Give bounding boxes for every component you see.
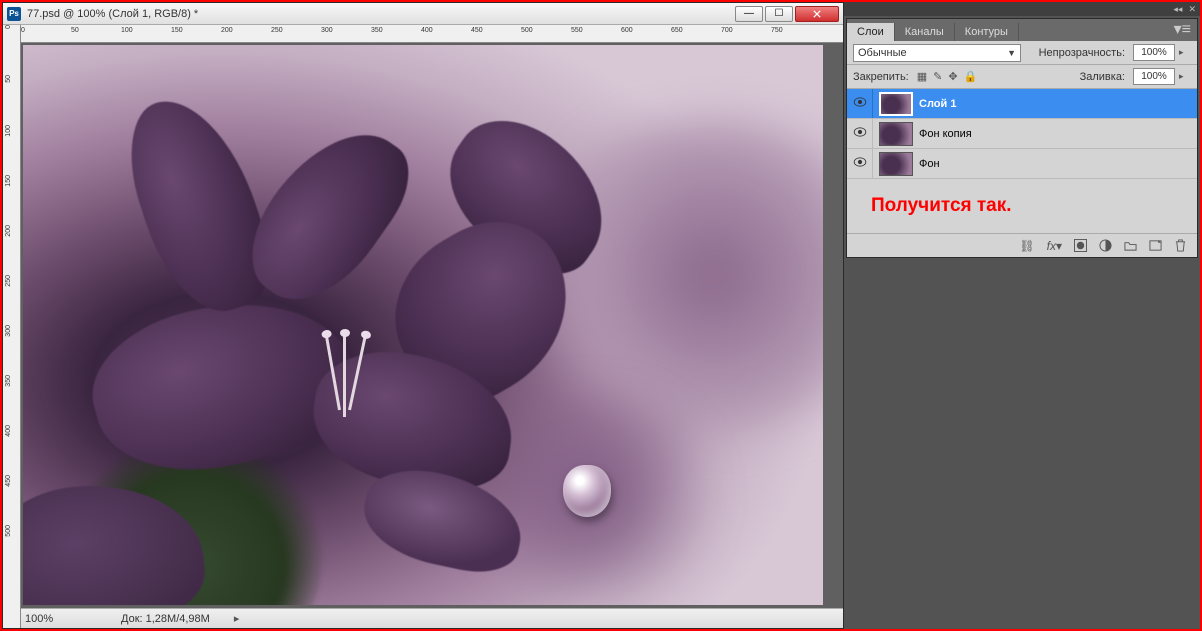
doc-size-info[interactable]: Док: 1,28M/4,98M xyxy=(121,613,210,625)
flower-stamen xyxy=(343,335,346,417)
right-panel-area: ◂◂ ✕ Слои Каналы Контуры ▾≡ Обычные ▼ Не… xyxy=(844,2,1200,629)
eye-icon xyxy=(853,127,867,140)
eye-icon xyxy=(853,97,867,110)
ruler-tick: 250 xyxy=(5,275,12,287)
layer-thumbnail[interactable] xyxy=(879,152,913,176)
layers-panel: Слои Каналы Контуры ▾≡ Обычные ▼ Непрозр… xyxy=(846,18,1198,258)
layer-group-icon[interactable] xyxy=(1124,239,1137,252)
close-panels-icon[interactable]: ✕ xyxy=(1188,4,1196,15)
ruler-tick: 250 xyxy=(271,27,283,34)
statusbar: 100% Док: 1,28M/4,98M ▸ xyxy=(21,608,843,628)
ruler-tick: 0 xyxy=(5,25,12,29)
close-button[interactable] xyxy=(795,6,839,22)
layer-thumbnail[interactable] xyxy=(879,122,913,146)
lock-pixels-icon[interactable]: ✎ xyxy=(933,70,942,83)
layer-name[interactable]: Фон копия xyxy=(919,128,1197,140)
titlebar[interactable]: Ps 77.psd @ 100% (Слой 1, RGB/8) * — ☐ xyxy=(3,3,843,25)
layer-list: Слой 1 Фон копия Фон xyxy=(847,89,1197,179)
ruler-tick: 200 xyxy=(5,225,12,237)
tab-paths[interactable]: Контуры xyxy=(955,23,1019,41)
layer-row[interactable]: Слой 1 xyxy=(847,89,1197,119)
status-menu-arrow-icon[interactable]: ▸ xyxy=(234,612,248,625)
layer-row[interactable]: Фон xyxy=(847,149,1197,179)
ruler-tick: 350 xyxy=(371,27,383,34)
ruler-tick: 0 xyxy=(21,27,25,34)
ruler-tick: 400 xyxy=(5,425,12,437)
tab-channels[interactable]: Каналы xyxy=(895,23,955,41)
ruler-tick: 100 xyxy=(121,27,133,34)
blend-mode-select[interactable]: Обычные ▼ xyxy=(853,44,1021,62)
ruler-tick: 300 xyxy=(321,27,333,34)
lock-label: Закрепить: xyxy=(853,71,909,83)
lock-position-icon[interactable]: ✥ xyxy=(948,70,957,83)
new-layer-icon[interactable] xyxy=(1149,239,1162,252)
minimize-button[interactable]: — xyxy=(735,6,763,22)
delete-layer-icon[interactable] xyxy=(1174,239,1187,252)
lock-all-icon[interactable]: 🔒 xyxy=(964,70,978,83)
adjustment-layer-icon[interactable] xyxy=(1099,239,1112,252)
ruler-tick: 700 xyxy=(721,27,733,34)
layers-panel-footer: ⛓ fx▾ xyxy=(847,233,1197,257)
blend-mode-value: Обычные xyxy=(858,47,907,59)
zoom-level[interactable]: 100% xyxy=(25,613,97,625)
vertical-ruler[interactable]: 0 50 100 150 200 250 300 350 400 450 500 xyxy=(3,25,21,628)
ruler-tick: 750 xyxy=(771,27,783,34)
panel-menu-icon[interactable]: ▾≡ xyxy=(1168,17,1197,41)
canvas-area[interactable] xyxy=(21,43,843,608)
image-canvas[interactable] xyxy=(23,45,823,605)
ps-app-icon: Ps xyxy=(7,7,21,21)
eye-icon xyxy=(853,157,867,170)
layer-mask-icon[interactable] xyxy=(1074,239,1087,252)
ruler-tick: 300 xyxy=(5,325,12,337)
opacity-label: Непрозрачность: xyxy=(1039,47,1125,59)
water-drop xyxy=(563,465,611,517)
annotation-text: Получится так. xyxy=(847,179,1197,233)
blend-opacity-row: Обычные ▼ Непрозрачность: 100% ▸ xyxy=(847,41,1197,65)
link-layers-icon[interactable]: ⛓ xyxy=(1019,239,1034,253)
fill-input[interactable]: 100% xyxy=(1133,68,1175,85)
ruler-tick: 450 xyxy=(5,475,12,487)
document-window: Ps 77.psd @ 100% (Слой 1, RGB/8) * — ☐ 0… xyxy=(2,2,844,629)
ruler-tick: 500 xyxy=(5,525,12,537)
ruler-tick: 450 xyxy=(471,27,483,34)
layer-visibility-toggle[interactable] xyxy=(847,149,873,178)
ruler-tick: 550 xyxy=(571,27,583,34)
maximize-button[interactable]: ☐ xyxy=(765,6,793,22)
layer-effects-icon[interactable]: fx▾ xyxy=(1047,239,1062,253)
ruler-tick: 50 xyxy=(5,75,12,83)
layer-thumbnail[interactable] xyxy=(879,92,913,116)
collapse-panels-icon[interactable]: ◂◂ xyxy=(1173,4,1182,15)
ruler-tick: 500 xyxy=(521,27,533,34)
ruler-tick: 350 xyxy=(5,375,12,387)
ruler-tick: 200 xyxy=(221,27,233,34)
layer-name[interactable]: Слой 1 xyxy=(919,98,1197,110)
empty-panel-space xyxy=(844,260,1200,629)
opacity-slider-icon[interactable]: ▸ xyxy=(1179,47,1191,58)
layer-visibility-toggle[interactable] xyxy=(847,119,873,148)
lock-fill-row: Закрепить: ▦ ✎ ✥ 🔒 Заливка: 100% ▸ xyxy=(847,65,1197,89)
fill-slider-icon[interactable]: ▸ xyxy=(1179,71,1191,82)
document-title: 77.psd @ 100% (Слой 1, RGB/8) * xyxy=(27,8,735,20)
layer-row[interactable]: Фон копия xyxy=(847,119,1197,149)
ruler-tick: 150 xyxy=(171,27,183,34)
opacity-input[interactable]: 100% xyxy=(1133,44,1175,61)
tab-layers[interactable]: Слои xyxy=(847,23,895,41)
ruler-tick: 100 xyxy=(5,125,12,137)
dropdown-arrow-icon: ▼ xyxy=(1007,48,1016,58)
panel-tabs: Слои Каналы Контуры ▾≡ xyxy=(847,19,1197,41)
horizontal-ruler[interactable]: 0 50 100 150 200 250 300 350 400 450 500 550 600 650 7… xyxy=(21,25,843,43)
fill-label: Заливка: xyxy=(1080,71,1125,83)
panel-dock-header: ◂◂ ✕ xyxy=(844,2,1200,16)
layer-name[interactable]: Фон xyxy=(919,158,1197,170)
ruler-tick: 600 xyxy=(621,27,633,34)
ruler-tick: 150 xyxy=(5,175,12,187)
ruler-tick: 400 xyxy=(421,27,433,34)
ruler-tick: 650 xyxy=(671,27,683,34)
lock-transparency-icon[interactable]: ▦ xyxy=(917,70,927,83)
layer-visibility-toggle[interactable] xyxy=(847,89,873,118)
flower-petal xyxy=(112,83,285,326)
ruler-tick: 50 xyxy=(71,27,79,34)
